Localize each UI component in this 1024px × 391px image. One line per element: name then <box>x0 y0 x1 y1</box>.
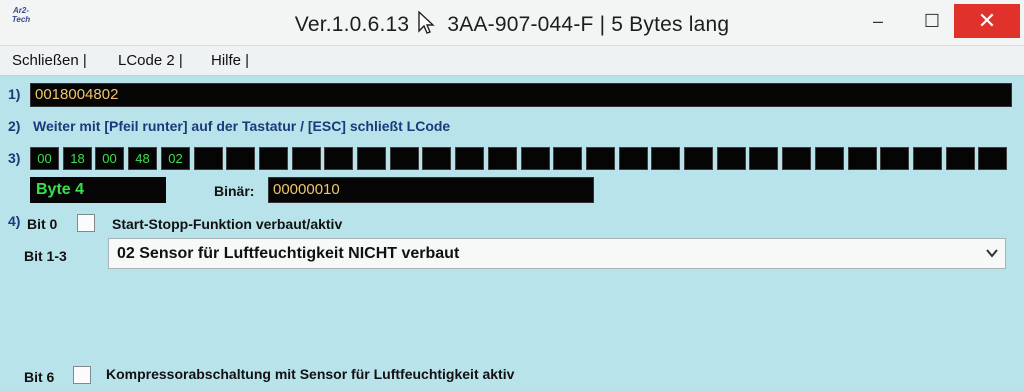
menu-item-schliessen[interactable]: Schließen | <box>12 52 87 69</box>
byte-cell[interactable] <box>259 147 288 170</box>
byte-cell[interactable] <box>880 147 909 170</box>
window-title-version: Ver.1.0.6.13 <box>294 13 410 36</box>
byte-cell[interactable] <box>455 147 484 170</box>
byte-cell[interactable] <box>553 147 582 170</box>
binar-value-field: 00000010 <box>268 177 594 203</box>
close-button[interactable]: ✕ <box>954 4 1020 38</box>
menu-item-lcode2[interactable]: LCode 2 | <box>118 52 183 69</box>
byte-cell[interactable] <box>521 147 550 170</box>
window-title-subtitle: 3AA-907-044-F | 5 Bytes lang <box>447 13 730 36</box>
byte-cell[interactable]: 48 <box>128 147 157 170</box>
bit13-dropdown-value: 02 Sensor für Luftfeuchtigkeit NICHT ver… <box>117 245 460 262</box>
bit0-label: Bit 0 <box>27 216 58 232</box>
row4-label: 4) <box>8 213 21 229</box>
row2-label: 2) <box>8 118 21 134</box>
row1-label: 1) <box>8 86 21 102</box>
minimize-button[interactable]: – <box>856 4 900 38</box>
bit13-dropdown[interactable]: 02 Sensor für Luftfeuchtigkeit NICHT ver… <box>108 238 1006 269</box>
title-bar: Ar2-Tech Ver.1.0.6.13 3AA-907-044-F | 5 … <box>0 0 1024 46</box>
mouse-pointer-icon <box>418 10 436 34</box>
byte-cell[interactable] <box>749 147 778 170</box>
lcode-input[interactable]: 0018004802 <box>30 83 1012 107</box>
byte-cell[interactable] <box>717 147 746 170</box>
byte-cell[interactable]: 02 <box>161 147 190 170</box>
byte-cell[interactable]: 18 <box>63 147 92 170</box>
byte-cell[interactable]: 00 <box>30 147 59 170</box>
byte-cell[interactable] <box>488 147 517 170</box>
maximize-button[interactable]: ☐ <box>910 4 954 38</box>
bit6-checkbox[interactable] <box>73 366 91 384</box>
bit0-description: Start-Stopp-Funktion verbaut/aktiv <box>112 216 343 232</box>
byte-cell[interactable] <box>292 147 321 170</box>
byte-cell[interactable] <box>194 147 223 170</box>
byte-cell[interactable] <box>782 147 811 170</box>
byte-cell[interactable] <box>978 147 1007 170</box>
byte-cell[interactable] <box>324 147 353 170</box>
byte-cell[interactable] <box>913 147 942 170</box>
byte-cell[interactable] <box>357 147 386 170</box>
byte-cell[interactable] <box>226 147 255 170</box>
byte-cell[interactable] <box>848 147 877 170</box>
bit6-description: Kompressorabschaltung mit Sensor für Luf… <box>106 366 515 382</box>
byte-cell[interactable] <box>946 147 975 170</box>
byte-cell[interactable] <box>422 147 451 170</box>
bit0-checkbox[interactable] <box>77 214 95 232</box>
byte-cell[interactable] <box>651 147 680 170</box>
byte-cell[interactable] <box>684 147 713 170</box>
byte-cell[interactable] <box>815 147 844 170</box>
bit13-label: Bit 1-3 <box>24 248 67 264</box>
bit6-label: Bit 6 <box>24 369 55 385</box>
byte-cell[interactable]: 00 <box>95 147 124 170</box>
selected-byte-display: Byte 4 <box>30 177 166 203</box>
byte-cell[interactable] <box>390 147 419 170</box>
instruction-text: Weiter mit [Pfeil runter] auf der Tastat… <box>33 118 451 134</box>
chevron-down-icon <box>986 249 998 258</box>
menu-item-hilfe[interactable]: Hilfe | <box>211 52 249 69</box>
byte-cell[interactable] <box>586 147 615 170</box>
row3-label: 3) <box>8 150 21 166</box>
menu-bar: Schließen | LCode 2 | Hilfe | <box>0 46 1024 76</box>
binar-label: Binär: <box>214 183 255 199</box>
byte-cell[interactable] <box>619 147 648 170</box>
